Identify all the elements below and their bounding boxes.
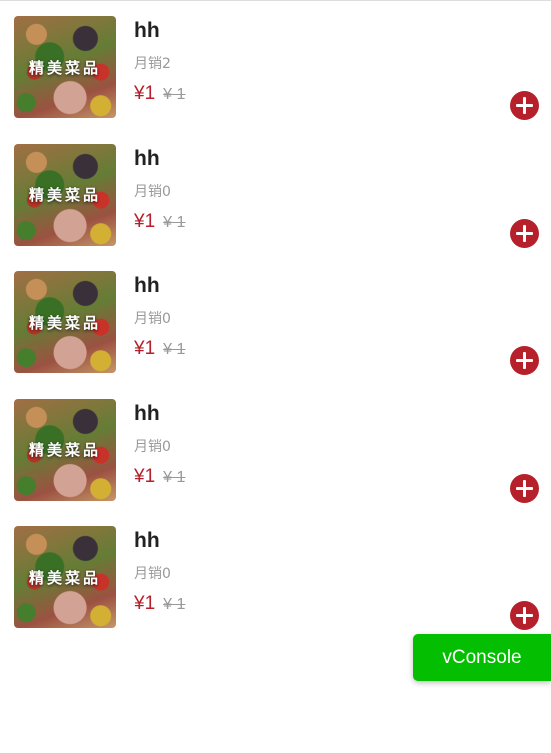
product-item[interactable]: 精美菜品 hh 月销0 ¥1 ¥ 1	[0, 398, 551, 527]
vconsole-button[interactable]: vConsole	[413, 634, 551, 681]
add-to-cart-plus-icon[interactable]	[510, 218, 539, 248]
current-price: ¥1	[134, 465, 156, 487]
add-to-cart-plus-icon[interactable]	[510, 91, 539, 120]
add-to-cart-plus-icon[interactable]	[510, 601, 539, 630]
product-name: hh	[134, 19, 160, 42]
product-item[interactable]: 精美菜品 hh 月销2 ¥1 ¥ 1	[0, 16, 551, 144]
product-list: 精美菜品 hh 月销2 ¥1 ¥ 1 精美菜品 hh 月销0 ¥1 ¥ 1 精美…	[0, 16, 551, 654]
add-to-cart-plus-icon[interactable]	[510, 473, 539, 503]
add-to-cart-plus-icon[interactable]	[510, 346, 539, 375]
product-item[interactable]: 精美菜品 hh 月销0 ¥1 ¥ 1	[0, 271, 551, 399]
current-price: ¥1	[134, 593, 156, 614]
price-row: ¥1 ¥ 1	[134, 83, 185, 105]
monthly-sales: 月销0	[134, 438, 171, 455]
product-image[interactable]: 精美菜品	[14, 398, 116, 501]
current-price: ¥1	[134, 338, 156, 359]
monthly-sales: 月销0	[134, 183, 171, 200]
product-image-label: 精美菜品	[28, 186, 101, 204]
product-image-label: 精美菜品	[28, 568, 101, 587]
original-price: ¥ 1	[163, 468, 186, 486]
product-image-label: 精美菜品	[28, 58, 101, 77]
price-row: ¥1 ¥ 1	[134, 211, 185, 233]
product-image[interactable]: 精美菜品	[14, 16, 116, 118]
original-price: ¥ 1	[163, 596, 186, 613]
current-price: ¥1	[134, 83, 156, 104]
product-image-label: 精美菜品	[28, 313, 101, 332]
price-row: ¥1 ¥ 1	[134, 466, 185, 488]
product-image[interactable]: 精美菜品	[14, 271, 116, 373]
product-name: hh	[134, 146, 160, 170]
product-name: hh	[134, 401, 160, 425]
original-price: ¥ 1	[163, 86, 186, 103]
product-image[interactable]: 精美菜品	[14, 526, 116, 628]
original-price: ¥ 1	[163, 213, 186, 231]
monthly-sales: 月销0	[134, 311, 171, 327]
product-image-label: 精美菜品	[28, 441, 101, 459]
original-price: ¥ 1	[163, 341, 186, 358]
price-row: ¥1 ¥ 1	[134, 338, 185, 360]
product-name: hh	[134, 274, 160, 297]
monthly-sales: 月销2	[134, 56, 171, 72]
product-item[interactable]: 精美菜品 hh 月销0 ¥1 ¥ 1	[0, 143, 551, 272]
top-divider	[0, 0, 551, 1]
product-image[interactable]: 精美菜品	[14, 143, 116, 246]
price-row: ¥1 ¥ 1	[134, 593, 185, 615]
monthly-sales: 月销0	[134, 566, 171, 582]
product-name: hh	[134, 529, 160, 552]
current-price: ¥1	[134, 210, 156, 232]
